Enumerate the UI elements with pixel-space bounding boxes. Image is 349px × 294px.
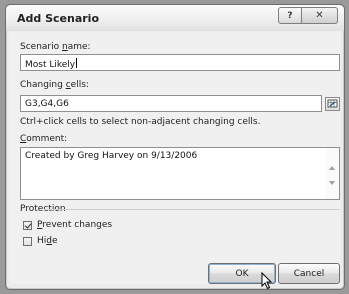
dialog-body: Scenario name: Most Likely Changing cell… xyxy=(10,32,340,290)
scenario-name-input[interactable]: Most Likely xyxy=(20,54,340,71)
changing-cells-label-post: ells: xyxy=(70,80,89,90)
hide-label-pre: Hi xyxy=(37,236,47,246)
scenario-name-label: Scenario name: xyxy=(20,42,91,52)
cancel-button[interactable]: Cancel xyxy=(278,263,340,284)
hide-label-post: e xyxy=(52,236,58,246)
range-collapse-icon xyxy=(327,99,338,108)
scroll-down-icon[interactable] xyxy=(329,181,335,185)
hide-checkbox[interactable] xyxy=(23,237,32,246)
comment-value: Created by Greg Harvey on 9/13/2006 xyxy=(25,151,198,161)
comment-label: Comment: xyxy=(20,134,67,144)
scenario-name-label-post: ame: xyxy=(67,42,91,52)
prevent-changes-label-post: revent changes xyxy=(42,220,113,230)
checkmark-icon xyxy=(24,221,32,229)
prevent-changes-label[interactable]: Prevent changes xyxy=(37,220,112,230)
protection-separator xyxy=(44,209,340,210)
close-icon: ✕ xyxy=(315,10,324,21)
add-scenario-dialog: Add Scenario ? ✕ Scenario name: Most Lik… xyxy=(5,4,345,290)
title-bar: Add Scenario ? ✕ xyxy=(6,5,344,31)
prevent-changes-checkbox[interactable] xyxy=(23,221,32,230)
changing-cells-hint: Ctrl+click cells to select non-adjacent … xyxy=(20,117,261,127)
comment-label-post: omment: xyxy=(26,134,68,144)
scenario-name-label-pre: Scenario xyxy=(20,42,62,52)
close-button[interactable]: ✕ xyxy=(302,7,338,24)
dialog-title: Add Scenario xyxy=(17,12,100,25)
collapse-dialog-button[interactable] xyxy=(325,97,340,111)
changing-cells-input[interactable]: G3,G4,G6 xyxy=(20,95,322,112)
scenario-name-value: Most Likely xyxy=(25,60,76,70)
text-caret xyxy=(76,58,78,68)
changing-cells-value: G3,G4,G6 xyxy=(25,99,69,109)
comment-textarea[interactable]: Created by Greg Harvey on 9/13/2006 xyxy=(20,147,340,200)
hide-label[interactable]: Hide xyxy=(37,236,58,246)
changing-cells-label-pre: Changing xyxy=(20,80,66,90)
scroll-up-icon[interactable] xyxy=(329,166,335,170)
mouse-pointer-icon xyxy=(261,272,273,290)
caption-buttons: ? ✕ xyxy=(278,7,338,24)
comment-scrollbar[interactable] xyxy=(326,148,339,199)
help-icon: ? xyxy=(287,10,293,21)
help-button[interactable]: ? xyxy=(278,7,302,24)
changing-cells-label: Changing cells: xyxy=(20,80,89,90)
